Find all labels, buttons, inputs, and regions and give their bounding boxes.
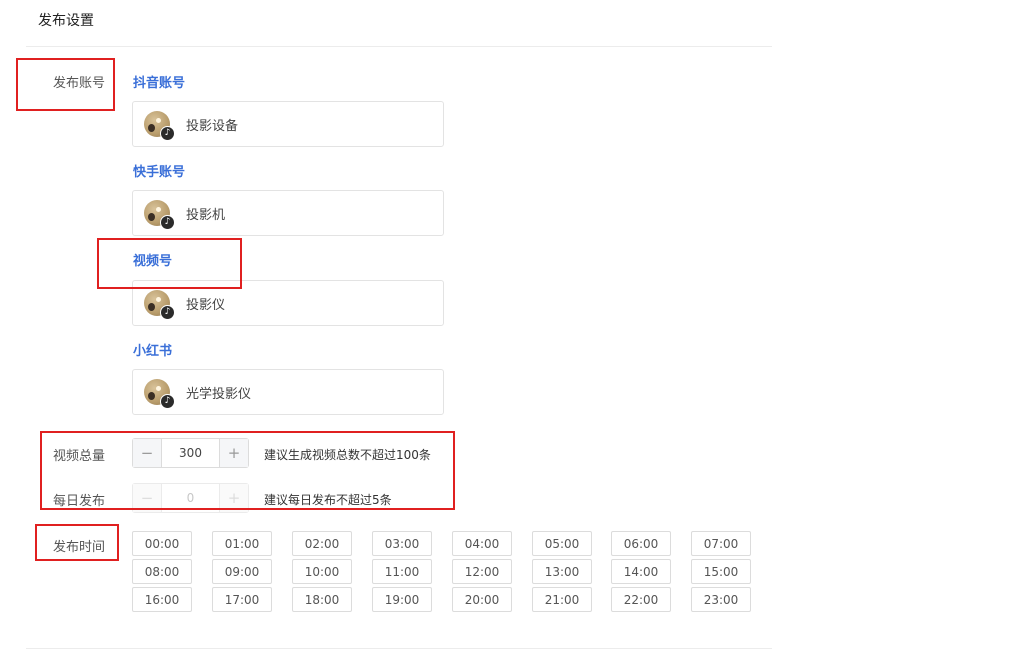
- time-slot[interactable]: 10:00: [292, 559, 352, 584]
- time-slot[interactable]: 18:00: [292, 587, 352, 612]
- top-divider: [26, 46, 772, 47]
- time-slot[interactable]: 07:00: [691, 531, 751, 556]
- time-slot[interactable]: 01:00: [212, 531, 272, 556]
- time-slot[interactable]: 06:00: [611, 531, 671, 556]
- account-name: 投影设备: [186, 118, 239, 134]
- account-name: 投影机: [186, 207, 226, 223]
- platform-label-kuaishou: 快手账号: [133, 165, 186, 180]
- tiktok-icon: ♪: [160, 305, 175, 320]
- section-title: 发布设置: [38, 13, 94, 29]
- time-slot[interactable]: 19:00: [372, 587, 432, 612]
- time-slot[interactable]: 05:00: [532, 531, 592, 556]
- time-slot[interactable]: 11:00: [372, 559, 432, 584]
- account-card-kuaishou[interactable]: ♪ 投影机: [132, 190, 444, 236]
- time-slot[interactable]: 03:00: [372, 531, 432, 556]
- time-slot[interactable]: 16:00: [132, 587, 192, 612]
- time-slot[interactable]: 22:00: [611, 587, 671, 612]
- avatar: ♪: [144, 290, 175, 320]
- account-name: 投影仪: [186, 297, 226, 313]
- platform-label-douyin: 抖音账号: [133, 76, 186, 91]
- time-slot[interactable]: 02:00: [292, 531, 352, 556]
- account-name: 光学投影仪: [186, 386, 252, 402]
- time-slot[interactable]: 13:00: [532, 559, 592, 584]
- account-card-xiaohongshu[interactable]: ♪ 光学投影仪: [132, 369, 444, 415]
- platform-label-xiaohongshu: 小红书: [133, 344, 173, 359]
- time-slot[interactable]: 23:00: [691, 587, 751, 612]
- highlight-box-shipinhao: [97, 238, 242, 289]
- time-slot[interactable]: 09:00: [212, 559, 272, 584]
- highlight-box-quantity: [40, 431, 455, 510]
- time-slot[interactable]: 20:00: [452, 587, 512, 612]
- highlight-box-time: [35, 524, 119, 561]
- time-slot[interactable]: 17:00: [212, 587, 272, 612]
- time-slot[interactable]: 00:00: [132, 531, 192, 556]
- tiktok-icon: ♪: [160, 215, 175, 230]
- time-slot[interactable]: 15:00: [691, 559, 751, 584]
- avatar: ♪: [144, 111, 175, 141]
- tiktok-icon: ♪: [160, 394, 175, 409]
- tiktok-icon: ♪: [160, 126, 175, 141]
- time-slot[interactable]: 21:00: [532, 587, 592, 612]
- avatar: ♪: [144, 200, 175, 230]
- time-slot[interactable]: 08:00: [132, 559, 192, 584]
- bottom-divider: [26, 648, 772, 649]
- time-slot[interactable]: 14:00: [611, 559, 671, 584]
- time-slot[interactable]: 04:00: [452, 531, 512, 556]
- highlight-box-accounts: [16, 58, 115, 111]
- account-card-douyin[interactable]: ♪ 投影设备: [132, 101, 444, 147]
- avatar: ♪: [144, 379, 175, 409]
- time-slot[interactable]: 12:00: [452, 559, 512, 584]
